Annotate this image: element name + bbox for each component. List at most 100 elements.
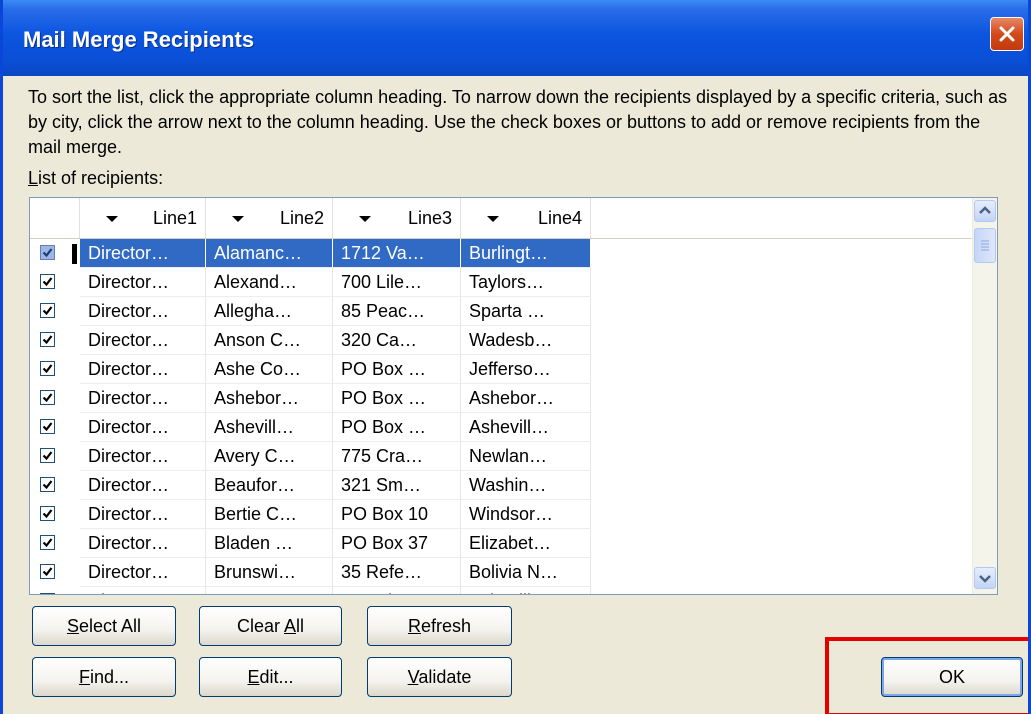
column-label-line4: Line4 [537,208,582,228]
table-row[interactable]: Director…Buncom…175 Bin…Ashevill… [30,587,997,594]
column-label-line3: Line3 [407,208,452,228]
column-header-line4[interactable]: Line4 [461,198,591,238]
row-checkbox[interactable] [40,303,55,318]
dropdown-arrow-icon [359,216,371,222]
table-cell-line2: Beaufor… [206,471,333,500]
row-checkbox[interactable] [40,390,55,405]
checkmark-icon [42,393,53,403]
recipients-grid[interactable]: Line1 Line2 Line3 Line4 Director… Alamanc… [29,197,998,595]
row-checkbox[interactable] [40,274,55,289]
row-checkbox[interactable] [40,506,55,521]
table-row[interactable]: Director… Bladen … PO Box 37 Elizabet… [30,529,997,558]
row-checkbox[interactable] [40,535,55,550]
table-cell-line3: PO Box 10 [333,500,461,529]
checkmark-icon [42,248,53,258]
title-bar[interactable]: Mail Merge Recipients [3,0,1028,76]
row-checkbox[interactable] [40,332,55,347]
table-cell-line4: Taylors… [461,268,591,297]
validate-label: alidate [418,667,472,687]
table-row[interactable]: Director… Brunswi… 35 Refe… Bolivia N… [30,558,997,587]
table-row[interactable]: Director… Ashevill… PO Box … Ashevill… [30,413,997,442]
table-row[interactable]: Director… Ashebor… PO Box … Ashebor… [30,384,997,413]
current-row-marker [72,244,77,264]
row-checkbox[interactable] [40,448,55,463]
column-header-line2[interactable]: Line2 [206,198,333,238]
filter-dropdown-line3[interactable] [355,210,375,228]
find-button[interactable]: Find... [32,657,176,697]
refresh-accel: R [407,616,421,636]
table-cell-line3: 35 Refe… [333,558,461,587]
checkmark-icon [42,538,53,548]
table-cell-line2: Bertie C… [206,500,333,529]
table-row[interactable]: Director… Alexand… 700 Lile… Taylors… [30,268,997,297]
edit-button[interactable]: Edit... [199,657,342,697]
table-row[interactable]: Director… Avery C… 775 Cra… Newlan… [30,442,997,471]
dropdown-arrow-icon [106,216,118,222]
table-row[interactable]: Director… Beaufor… 321 Sm… Washin… [30,471,997,500]
table-row[interactable]: Director… Alamanc… 1712 Va… Burlingt… [30,239,997,268]
table-cell-line4: Jefferso… [461,355,591,384]
filter-dropdown-line4[interactable] [483,210,503,228]
table-cell-line2: Ashebor… [206,384,333,413]
clear-all-label: ll [296,616,305,636]
row-checkbox[interactable] [40,477,55,492]
table-cell-line2: Alamanc… [206,239,333,268]
table-cell-line1: Director… [80,500,206,529]
table-cell-line2: Ashe Co… [206,355,333,384]
vertical-scrollbar[interactable] [972,198,997,594]
column-header-line3[interactable]: Line3 [333,198,461,238]
table-cell-line3: 700 Lile… [333,268,461,297]
column-header-line1[interactable]: Line1 [80,198,206,238]
refresh-button[interactable]: Refresh [367,606,512,646]
table-cell-line4: Newlan… [461,442,591,471]
table-cell-line4: Burlingt… [461,239,591,268]
table-cell-line3: 175 Bin… [333,587,461,594]
select-all-button[interactable]: Select All [32,606,176,646]
table-cell-line1: Director… [80,355,206,384]
scroll-down-button[interactable] [974,567,996,589]
table-cell-line1: Director… [80,239,206,268]
clear-all-button[interactable]: Clear All [199,606,342,646]
table-cell-line2: Bladen … [206,529,333,558]
table-cell-line2: Ashevill… [206,413,333,442]
table-cell-line1: Director… [80,442,206,471]
close-button[interactable] [990,17,1024,51]
table-row[interactable]: Director… Ashe Co… PO Box … Jefferso… [30,355,997,384]
table-cell-line1: Director… [80,268,206,297]
table-row[interactable]: Director… Anson C… 320 Ca… Wadesb… [30,326,997,355]
filter-dropdown-line2[interactable] [228,210,248,228]
edit-accel: E [247,667,260,687]
table-row[interactable]: Director… Bertie C… PO Box 10 Windsor… [30,500,997,529]
checkmark-icon [42,480,53,490]
table-row[interactable]: Director… Allegha… 85 Peac… Sparta … [30,297,997,326]
validate-accel: V [407,667,419,687]
checkmark-icon [42,335,53,345]
column-label-line1: Line1 [152,208,197,228]
scroll-thumb[interactable] [974,228,996,263]
row-checkbox[interactable] [40,245,55,260]
grid-header: Line1 Line2 Line3 Line4 [30,198,997,239]
table-cell-line3: 1712 Va… [333,239,461,268]
chevron-up-icon [979,206,991,214]
filter-dropdown-line1[interactable] [102,210,122,228]
table-cell-line1: Director… [80,471,206,500]
table-cell-line1: Director… [80,297,206,326]
row-checkbox[interactable] [40,419,55,434]
clear-all-accel: A [284,616,297,636]
grip-icon [981,240,989,251]
row-checkbox[interactable] [40,564,55,579]
table-cell-line1: Director… [80,326,206,355]
scroll-up-button[interactable] [974,200,996,222]
table-cell-line3: 321 Sm… [333,471,461,500]
row-checkbox[interactable] [40,361,55,376]
chevron-down-icon [979,575,991,583]
table-cell-line4: Ashevill… [461,587,591,594]
refresh-label: efresh [420,616,472,636]
table-cell-line3: 775 Cra… [333,442,461,471]
row-checkbox[interactable] [40,593,55,594]
table-cell-line1: Director… [80,587,206,594]
find-accel: F [78,667,90,687]
table-cell-line4: Ashevill… [461,413,591,442]
validate-button[interactable]: Validate [367,657,512,697]
checkbox-column-header [30,198,80,238]
